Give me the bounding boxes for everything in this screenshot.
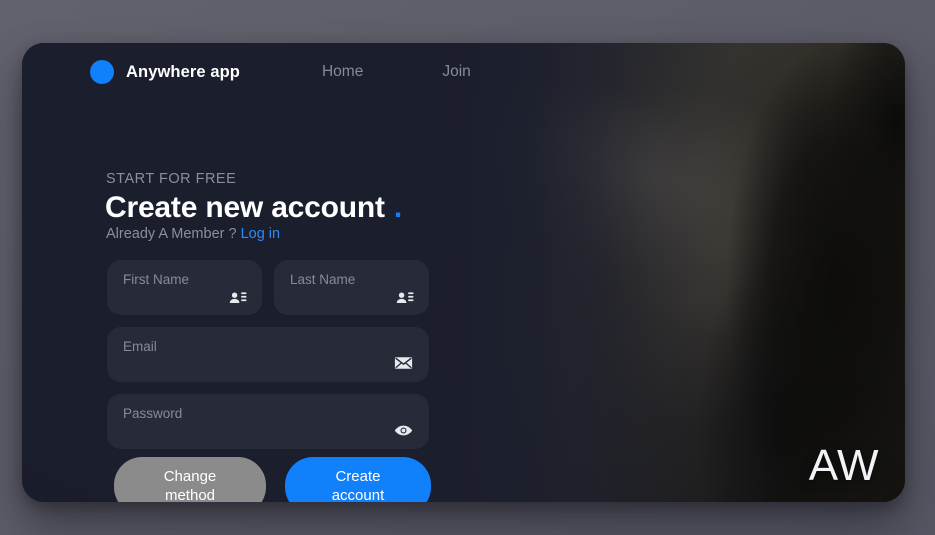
- contact-card-icon: [228, 288, 248, 306]
- eyebrow-text: START FOR FREE: [106, 171, 237, 187]
- member-prompt: Already A Member ? Log in: [106, 226, 280, 242]
- change-method-button[interactable]: Change method: [114, 457, 266, 502]
- first-name-label: First Name: [123, 272, 190, 287]
- last-name-label: Last Name: [290, 272, 356, 287]
- brand-name: Anywhere app: [126, 62, 240, 81]
- change-method-label-line2: method: [164, 487, 216, 502]
- email-label: Email: [123, 339, 157, 354]
- blue-circle-icon: [90, 60, 114, 84]
- last-name-field[interactable]: Last Name: [274, 260, 429, 315]
- password-label: Password: [123, 406, 183, 421]
- card-content: Anywhere app Home Join START FOR FREE Cr…: [22, 43, 905, 502]
- page-title-text: Create new account: [105, 191, 385, 224]
- aw-watermark: AW: [808, 441, 879, 490]
- first-name-field[interactable]: First Name: [107, 260, 262, 315]
- nav-link-join[interactable]: Join: [442, 63, 470, 81]
- create-account-label-line2: account: [331, 487, 385, 502]
- eye-icon[interactable]: [393, 421, 413, 439]
- create-account-label-line1: Create: [335, 468, 381, 485]
- name-row: First Name Last Name: [107, 260, 429, 315]
- create-account-button[interactable]: Create account: [285, 457, 431, 502]
- signup-form: First Name Last Name Email Password: [107, 260, 429, 449]
- accent-period: .: [393, 191, 402, 224]
- top-navigation-bar: Anywhere app Home Join: [22, 43, 905, 101]
- brand[interactable]: Anywhere app: [90, 60, 240, 84]
- password-field[interactable]: Password: [107, 394, 429, 449]
- login-link[interactable]: Log in: [241, 226, 281, 242]
- form-actions: Change method Create account: [114, 457, 431, 502]
- member-prompt-text: Already A Member ?: [106, 226, 237, 242]
- contact-card-icon: [395, 288, 415, 306]
- envelope-icon: [393, 354, 413, 372]
- signup-card: Anywhere app Home Join START FOR FREE Cr…: [22, 43, 905, 502]
- email-field[interactable]: Email: [107, 327, 429, 382]
- change-method-label-line1: Change: [163, 468, 217, 485]
- page-title: Create new account.: [105, 191, 402, 225]
- nav-link-home[interactable]: Home: [322, 63, 363, 81]
- nav-links: Home Join: [322, 63, 471, 81]
